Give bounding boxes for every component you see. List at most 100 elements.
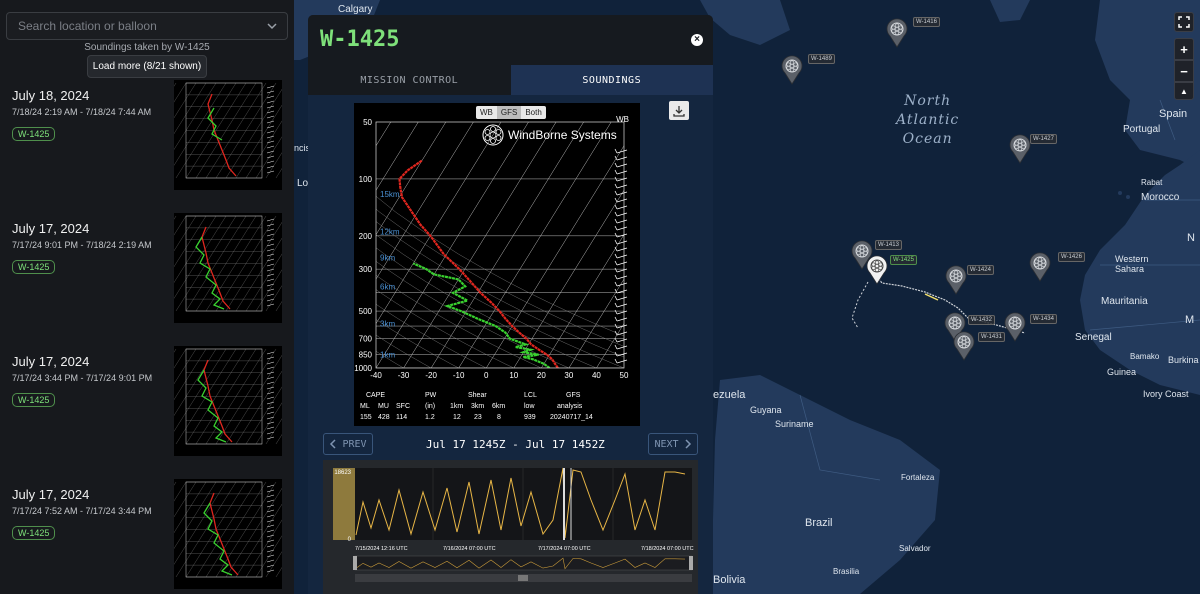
- sidebar: Soundings taken by W-1425 Load more (8/2…: [0, 0, 294, 594]
- height-label: 15km: [380, 190, 400, 199]
- wind-barbs: [614, 148, 628, 364]
- timeline-x-label: 7/18/2024 07:00 UTC: [641, 546, 694, 552]
- navigator-left-handle[interactable]: [353, 556, 357, 570]
- temperature-tick-label: -20: [425, 371, 437, 380]
- toggle-both[interactable]: Both: [521, 106, 545, 119]
- ocean-label: North Atlantic Ocean: [896, 93, 960, 147]
- balloon-label[interactable]: W-1489: [808, 54, 835, 64]
- sounding-entry[interactable]: July 17, 2024 7/17/24 3:44 PM - 7/17/24 …: [0, 346, 294, 474]
- next-button[interactable]: NEXT: [648, 433, 698, 455]
- shear-3km-label: 3km: [471, 403, 485, 410]
- pw-unit: (in): [425, 403, 436, 410]
- balloon-pin-icon[interactable]: [1008, 134, 1032, 164]
- search-field[interactable]: [6, 12, 288, 40]
- balloon-label[interactable]: W-1427: [1030, 134, 1057, 144]
- place-label: Mauritania: [1101, 296, 1148, 307]
- panel-header: W-1425 ×: [308, 15, 713, 65]
- pw-value: 1.2: [425, 414, 435, 421]
- panel-tabs: MISSION CONTROL SOUNDINGS: [308, 65, 713, 95]
- sounding-entry[interactable]: July 18, 2024 7/18/24 2:19 AM - 7/18/24 …: [0, 80, 294, 208]
- search-input[interactable]: [18, 19, 248, 33]
- shear-3km-value: 23: [474, 414, 482, 421]
- balloon-badge[interactable]: W-1425: [12, 393, 56, 407]
- pressure-tick-label: 700: [359, 335, 373, 344]
- place-label: ezuela: [713, 389, 746, 401]
- shear-1km-value: 12: [453, 414, 461, 421]
- scrollbar-grip[interactable]: [518, 575, 528, 581]
- temperature-tick-label: 0: [484, 371, 489, 380]
- place-label: Burkina: [1168, 355, 1199, 365]
- skewt-plot: 501002003005007008501000-40 -30 -20 -10 0 10 2…: [354, 118, 629, 380]
- balloon-label[interactable]: W-1431: [978, 332, 1005, 342]
- skewt-thumbnail[interactable]: [174, 479, 282, 589]
- balloon-pin-icon[interactable]: [952, 331, 976, 361]
- place-label: Ivory Coast: [1143, 389, 1189, 399]
- height-label: 6km: [380, 282, 395, 291]
- close-button[interactable]: ×: [691, 34, 703, 46]
- altitude-timeline[interactable]: 18623 0 7/15/2024 12:16 UTC 7/16/2024 07:00…: [323, 460, 698, 594]
- balloon-pin-icon[interactable]: [944, 265, 968, 295]
- pressure-tick-label: 300: [359, 265, 373, 274]
- lcl-header: LCL: [524, 392, 537, 399]
- fullscreen-button[interactable]: [1174, 12, 1194, 32]
- zoom-out-button[interactable]: −: [1174, 60, 1194, 82]
- prev-button[interactable]: PREV: [323, 433, 373, 455]
- lcl-sub: low: [524, 403, 535, 410]
- entry-date: July 17, 2024: [12, 487, 90, 502]
- altitude-timeline-plot[interactable]: 1862307/15/2024 12:16 UTC 7/16/2024 07:00…: [323, 460, 698, 594]
- temperature-tick-label: -10: [453, 371, 465, 380]
- balloon-label[interactable]: W-1424: [967, 265, 994, 275]
- balloon-badge[interactable]: W-1425: [12, 526, 56, 540]
- shear-1km-label: 1km: [450, 403, 464, 410]
- balloon-label[interactable]: W-1432: [968, 315, 995, 325]
- timeline-navigator[interactable]: [354, 555, 693, 571]
- skewt-thumbnail[interactable]: [174, 80, 282, 190]
- active-balloon-pin-icon[interactable]: [865, 255, 889, 285]
- chevron-down-icon[interactable]: [267, 21, 277, 31]
- zoom-in-button[interactable]: +: [1174, 38, 1194, 60]
- load-more-button[interactable]: Load more (8/21 shown): [87, 55, 207, 78]
- pressure-tick-label: 100: [359, 175, 373, 184]
- sounding-entry[interactable]: July 17, 2024 7/17/24 7:52 AM - 7/17/24 …: [0, 479, 294, 594]
- prev-label: PREV: [342, 438, 367, 450]
- brand-watermark: WindBorne Systems: [482, 124, 617, 146]
- navigator-right-handle[interactable]: [689, 556, 693, 570]
- balloon-title: W-1425: [320, 27, 400, 52]
- place-label: Fortaleza: [901, 473, 935, 482]
- skewt-thumbnail[interactable]: [174, 213, 282, 323]
- download-button[interactable]: [669, 101, 689, 120]
- balloon-badge[interactable]: W-1425: [12, 260, 56, 274]
- place-label: Senegal: [1075, 332, 1112, 343]
- balloon-label[interactable]: W-1425: [890, 255, 917, 265]
- height-label: 3km: [380, 319, 395, 328]
- cape-ml-label: ML: [360, 403, 370, 410]
- sounding-navigation: PREV Jul 17 1245Z - Jul 17 1452Z NEXT: [308, 433, 713, 455]
- gfs-header: GFS: [566, 392, 581, 399]
- skewt-thumbnail[interactable]: [174, 346, 282, 456]
- height-label: 9km: [380, 253, 395, 262]
- toggle-gfs[interactable]: GFS: [496, 106, 522, 119]
- balloon-pin-icon[interactable]: [1003, 312, 1027, 342]
- tab-soundings[interactable]: SOUNDINGS: [510, 65, 713, 95]
- balloon-pin-icon[interactable]: [885, 18, 909, 48]
- timeline-x-label: 7/16/2024 07:00 UTC: [443, 546, 496, 552]
- balloon-label[interactable]: W-1434: [1030, 314, 1057, 324]
- sounding-entry[interactable]: July 17, 2024 7/17/24 9:01 PM - 7/18/24 …: [0, 213, 294, 341]
- entry-time-range: 7/17/24 3:44 PM - 7/17/24 9:01 PM: [12, 373, 153, 383]
- reset-north-button[interactable]: ▲: [1174, 82, 1194, 100]
- height-label: 1km: [380, 351, 395, 360]
- temperature-tick-label: 10: [509, 371, 518, 380]
- balloon-pin-icon[interactable]: [1028, 252, 1052, 282]
- place-label: Bolivia: [713, 574, 746, 586]
- balloon-label[interactable]: W-1416: [913, 17, 940, 27]
- toggle-wb[interactable]: WB: [476, 106, 497, 119]
- tab-mission-control[interactable]: MISSION CONTROL: [308, 65, 511, 95]
- entry-time-range: 7/17/24 7:52 AM - 7/17/24 3:44 PM: [12, 506, 152, 516]
- balloon-label[interactable]: W-1413: [875, 240, 902, 250]
- balloon-label[interactable]: W-1426: [1058, 252, 1085, 262]
- temperature-tick-label: -30: [398, 371, 410, 380]
- soundings-caption: Soundings taken by W-1425: [84, 42, 210, 53]
- balloon-pin-icon[interactable]: [780, 55, 804, 85]
- balloon-badge[interactable]: W-1425: [12, 127, 56, 141]
- temperature-tick-label: -40: [370, 371, 382, 380]
